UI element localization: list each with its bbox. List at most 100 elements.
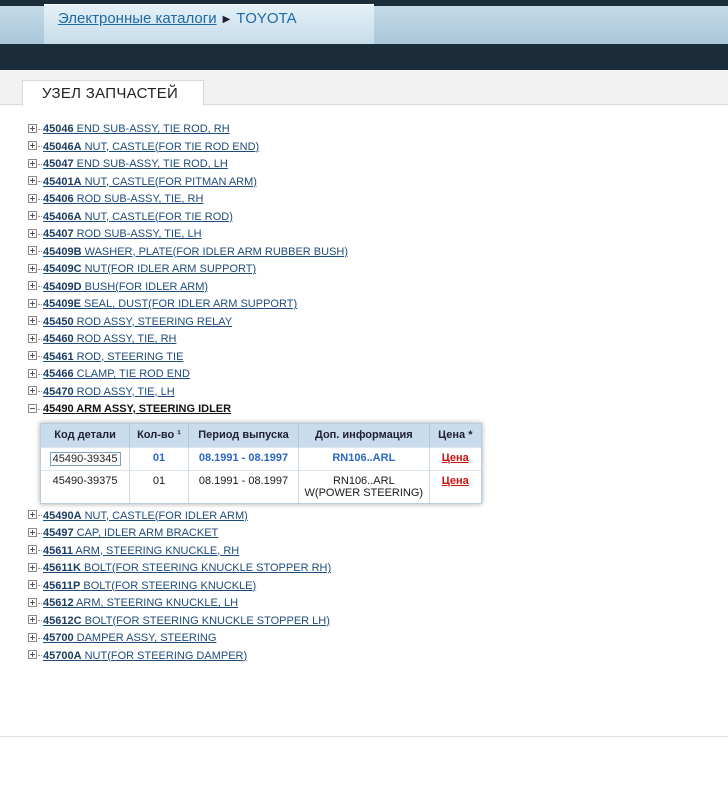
price-link[interactable]: Цена xyxy=(442,452,469,464)
tree-item-link[interactable]: 45490A NUT, CASTLE(FOR IDLER ARM) xyxy=(43,510,248,522)
expand-icon[interactable] xyxy=(28,298,37,308)
expand-icon[interactable] xyxy=(28,141,37,151)
tree-item-link[interactable]: 45409E SEAL, DUST(FOR IDLER ARM SUPPORT) xyxy=(43,298,297,310)
tree-item[interactable]: 45409C NUT(FOR IDLER ARM SUPPORT) xyxy=(28,261,718,279)
expand-icon[interactable] xyxy=(28,281,37,291)
tree-item[interactable]: 45611 ARM, STEERING KNUCKLE, RH xyxy=(28,543,718,561)
expand-icon[interactable] xyxy=(28,368,37,378)
expand-icon[interactable] xyxy=(28,228,37,238)
expand-icon[interactable] xyxy=(28,333,37,343)
tree-item[interactable]: 45611P BOLT(FOR STEERING KNUCKLE) xyxy=(28,578,718,596)
tree-item-link[interactable]: 45611P BOLT(FOR STEERING KNUCKLE) xyxy=(43,580,256,592)
tree-item[interactable]: 45612 ARM, STEERING KNUCKLE, LH xyxy=(28,595,718,613)
tree-item[interactable]: 45046 END SUB-ASSY, TIE ROD, RH xyxy=(28,121,718,139)
expand-icon[interactable] xyxy=(28,580,37,590)
expand-icon[interactable] xyxy=(28,597,37,607)
expand-icon[interactable] xyxy=(28,176,37,186)
tree-item-link[interactable]: 45470 ROD ASSY, TIE, LH xyxy=(43,386,175,398)
tree-item-link[interactable]: 45612C BOLT(FOR STEERING KNUCKLE STOPPER… xyxy=(43,615,330,627)
tree-item[interactable]: 45406 ROD SUB-ASSY, TIE, RH xyxy=(28,191,718,209)
expand-icon[interactable] xyxy=(28,527,37,537)
breadcrumb-catalogs-link[interactable]: Электронные каталоги xyxy=(58,10,217,27)
expand-icon[interactable] xyxy=(28,650,37,660)
tree-item-link[interactable]: 45046 END SUB-ASSY, TIE ROD, RH xyxy=(43,123,230,135)
tree-item-link[interactable]: 45409B WASHER, PLATE(FOR IDLER ARM RUBBE… xyxy=(43,246,348,258)
tree-item[interactable]: 45409B WASHER, PLATE(FOR IDLER ARM RUBBE… xyxy=(28,244,718,262)
table-row[interactable]: 45490-39345 01 08.1991 - 08.1997 RN106..… xyxy=(41,446,481,470)
part-number[interactable]: 45490-39345 xyxy=(49,451,121,466)
tree-item-link[interactable]: 45700A NUT(FOR STEERING DAMPER) xyxy=(43,650,247,662)
expand-icon[interactable] xyxy=(28,351,37,361)
expand-icon[interactable] xyxy=(28,386,37,396)
part-group-name: SEAL, DUST(FOR IDLER ARM SUPPORT) xyxy=(80,298,298,310)
expand-icon[interactable] xyxy=(28,510,37,520)
tree-item[interactable]: 45611K BOLT(FOR STEERING KNUCKLE STOPPER… xyxy=(28,560,718,578)
navigation-bar xyxy=(0,44,728,70)
expand-icon[interactable] xyxy=(28,562,37,572)
tree-item[interactable]: 45406A NUT, CASTLE(FOR TIE ROD) xyxy=(28,209,718,227)
tree-item-link[interactable]: 45461 ROD, STEERING TIE xyxy=(43,351,183,363)
expand-icon[interactable] xyxy=(28,123,37,133)
tree-item-link[interactable]: 45612 ARM, STEERING KNUCKLE, LH xyxy=(43,597,238,609)
expand-icon[interactable] xyxy=(28,211,37,221)
tree-item[interactable]: 45490A NUT, CASTLE(FOR IDLER ARM) xyxy=(28,508,718,526)
tree-item[interactable]: 45461 ROD, STEERING TIE xyxy=(28,349,718,367)
expand-icon[interactable] xyxy=(28,263,37,273)
tree-item-open[interactable]: 45490 ARM ASSY, STEERING IDLER xyxy=(28,401,718,419)
tree-item[interactable]: 45046A NUT, CASTLE(FOR TIE ROD END) xyxy=(28,139,718,157)
tree-item[interactable]: 45470 ROD ASSY, TIE, LH xyxy=(28,384,718,402)
section-tab[interactable]: УЗЕЛ ЗАПЧАСТЕЙ xyxy=(22,80,204,106)
tree-item[interactable]: 45497 CAP, IDLER ARM BRACKET xyxy=(28,525,718,543)
tree-item-link[interactable]: 45406 ROD SUB-ASSY, TIE, RH xyxy=(43,193,203,205)
table-row[interactable]: 45490-39375 01 08.1991 - 08.1997 RN106..… xyxy=(41,469,481,503)
tree-item[interactable]: 45700 DAMPER ASSY, STEERING xyxy=(28,630,718,648)
expand-icon[interactable] xyxy=(28,632,37,642)
tree-item-link[interactable]: 45611K BOLT(FOR STEERING KNUCKLE STOPPER… xyxy=(43,562,331,574)
tree-item[interactable]: 45409D BUSH(FOR IDLER ARM) xyxy=(28,279,718,297)
tree-item-link[interactable]: 45401A NUT, CASTLE(FOR PITMAN ARM) xyxy=(43,176,257,188)
tree-item[interactable]: 45409E SEAL, DUST(FOR IDLER ARM SUPPORT) xyxy=(28,296,718,314)
expand-icon[interactable] xyxy=(28,615,37,625)
tree-item-link[interactable]: 45406A NUT, CASTLE(FOR TIE ROD) xyxy=(43,211,233,223)
part-group-name: WASHER, PLATE(FOR IDLER ARM RUBBER BUSH) xyxy=(81,245,349,258)
tree-item-link[interactable]: 45466 CLAMP, TIE ROD END xyxy=(43,368,190,380)
expand-icon[interactable] xyxy=(28,158,37,168)
parts-tree: 45046 END SUB-ASSY, TIE ROD, RH 45046A NU… xyxy=(28,121,718,665)
parts-table-panel: Код детали Кол-во ¹ Период выпуска Доп. … xyxy=(40,422,482,504)
tree-item[interactable]: 45700A NUT(FOR STEERING DAMPER) xyxy=(28,648,718,666)
tree-item[interactable]: 45401A NUT, CASTLE(FOR PITMAN ARM) xyxy=(28,174,718,192)
tree-item[interactable]: 45047 END SUB-ASSY, TIE ROD, LH xyxy=(28,156,718,174)
part-group-code: 45461 xyxy=(43,350,74,363)
tree-item-link[interactable]: 45490 ARM ASSY, STEERING IDLER xyxy=(43,403,231,415)
tree-item-link[interactable]: 45409C NUT(FOR IDLER ARM SUPPORT) xyxy=(43,263,256,275)
tree-item-link[interactable]: 45409D BUSH(FOR IDLER ARM) xyxy=(43,281,208,293)
breadcrumb-separator-icon: ▶ xyxy=(222,14,231,25)
tree-item-link[interactable]: 45460 ROD ASSY, TIE, RH xyxy=(43,333,177,345)
tree-item-link[interactable]: 45700 DAMPER ASSY, STEERING xyxy=(43,632,216,644)
expand-icon[interactable] xyxy=(28,193,37,203)
expand-icon[interactable] xyxy=(28,246,37,256)
expand-icon[interactable] xyxy=(28,316,37,326)
tree-item-link[interactable]: 45497 CAP, IDLER ARM BRACKET xyxy=(43,527,218,539)
parts-table: Код детали Кол-во ¹ Период выпуска Доп. … xyxy=(41,423,481,503)
tree-item-link[interactable]: 45047 END SUB-ASSY, TIE ROD, LH xyxy=(43,158,228,170)
part-group-code: 45046A xyxy=(43,140,82,153)
price-link[interactable]: Цена xyxy=(442,475,469,487)
tree-item[interactable]: 45407 ROD SUB-ASSY, TIE, LH xyxy=(28,226,718,244)
tree-item[interactable]: 45460 ROD ASSY, TIE, RH xyxy=(28,331,718,349)
expand-icon[interactable] xyxy=(28,545,37,555)
part-group-code: 45612 xyxy=(43,597,74,609)
tree-item[interactable]: 45450 ROD ASSY, STEERING RELAY xyxy=(28,314,718,332)
tree-item-link[interactable]: 45046A NUT, CASTLE(FOR TIE ROD END) xyxy=(43,141,259,153)
part-group-code: 45611P xyxy=(43,579,81,592)
part-group-code: 45466 xyxy=(43,368,74,380)
part-number[interactable]: 45490-39375 xyxy=(41,469,131,503)
tree-item-link[interactable]: 45611 ARM, STEERING KNUCKLE, RH xyxy=(43,545,239,557)
tree-item[interactable]: 45612C BOLT(FOR STEERING KNUCKLE STOPPER… xyxy=(28,613,718,631)
tree-item-link[interactable]: 45450 ROD ASSY, STEERING RELAY xyxy=(43,316,232,328)
part-group-code: 45409D xyxy=(43,280,82,293)
collapse-icon[interactable] xyxy=(28,403,37,413)
tree-item-link[interactable]: 45407 ROD SUB-ASSY, TIE, LH xyxy=(43,228,202,240)
part-group-name: ROD ASSY, TIE, RH xyxy=(73,333,177,345)
tree-item[interactable]: 45466 CLAMP, TIE ROD END xyxy=(28,366,718,384)
